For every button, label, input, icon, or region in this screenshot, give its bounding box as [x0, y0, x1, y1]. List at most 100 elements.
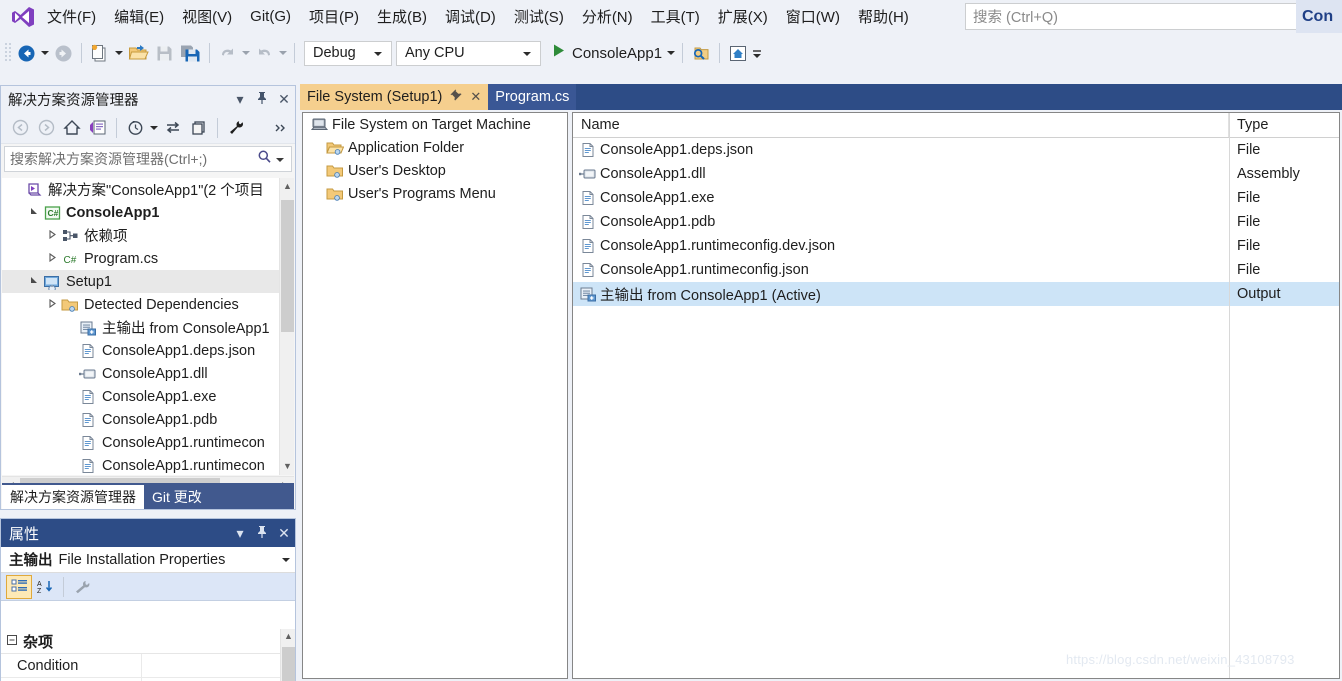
tree-node[interactable]: Detected Dependencies: [2, 293, 294, 316]
tree-node[interactable]: ConsoleApp1.runtimecon: [2, 454, 294, 475]
tree-node[interactable]: ConsoleApp1.exe: [2, 385, 294, 408]
menu-item[interactable]: 扩展(X): [709, 3, 777, 30]
global-search-input[interactable]: 搜索 (Ctrl+Q): [973, 6, 1304, 27]
chevron-down-icon[interactable]: ▾: [229, 91, 251, 108]
left-dock-tabstrip[interactable]: 解决方案资源管理器 Git 更改: [2, 483, 294, 509]
expand-collapse-icon[interactable]: [26, 207, 42, 218]
menu-item[interactable]: 编辑(E): [105, 3, 173, 30]
home-icon[interactable]: [59, 116, 85, 140]
list-row[interactable]: ConsoleApp1.runtimeconfig.dev.json File: [573, 234, 1339, 258]
expand-collapse-icon[interactable]: [44, 252, 60, 264]
sync-with-active-document-icon[interactable]: [85, 116, 111, 140]
property-value[interactable]: [141, 654, 295, 677]
tree-node[interactable]: C# ConsoleApp1: [2, 201, 294, 224]
tree-node[interactable]: ConsoleApp1.deps.json: [2, 339, 294, 362]
scroll-up-arrow[interactable]: ▲: [280, 178, 295, 195]
properties-grid[interactable]: 杂项ConditionDependencies(None): [1, 629, 295, 681]
new-file-dropdown-icon[interactable]: [113, 50, 125, 56]
properties-scrollbar[interactable]: ▲: [280, 629, 295, 681]
collapse-icon[interactable]: [1, 634, 23, 648]
tree-node[interactable]: ConsoleApp1.pdb: [2, 408, 294, 431]
column-header-type[interactable]: Type: [1229, 113, 1339, 137]
solution-tree[interactable]: 解决方案"ConsoleApp1"(2 个项目 C# ConsoleApp1 依赖项 C…: [2, 178, 294, 475]
solution-tree-vertical-scrollbar[interactable]: ▲ ▼: [279, 178, 294, 475]
expand-collapse-icon[interactable]: [26, 276, 42, 287]
collapse-all-icon[interactable]: [186, 116, 212, 140]
menu-item[interactable]: 调试(D): [436, 3, 505, 30]
find-in-files-icon[interactable]: [688, 40, 714, 66]
dock-tab[interactable]: Git 更改: [144, 485, 210, 509]
pin-icon[interactable]: [251, 525, 273, 542]
tree-node[interactable]: 主输出 from ConsoleApp1: [2, 316, 294, 339]
open-folder-icon[interactable]: [125, 40, 152, 66]
solution-platform-combo[interactable]: Any CPU: [396, 40, 541, 66]
editor-tabstrip[interactable]: File System (Setup1) ✕ Program.cs: [300, 84, 1342, 110]
tree-node[interactable]: 解决方案"ConsoleApp1"(2 个项目: [2, 178, 294, 201]
list-row[interactable]: ConsoleApp1.pdb File: [573, 210, 1339, 234]
property-category[interactable]: 杂项: [1, 629, 295, 654]
alphabetical-icon[interactable]: AZ: [32, 575, 58, 599]
menu-item[interactable]: 窗口(W): [777, 3, 849, 30]
list-rows[interactable]: ConsoleApp1.deps.json File ConsoleApp1.dll…: [573, 138, 1339, 306]
list-row[interactable]: ConsoleApp1.deps.json File: [573, 138, 1339, 162]
menu-item[interactable]: Git(G): [241, 5, 300, 28]
menu-item[interactable]: 生成(B): [368, 3, 436, 30]
fs-tree-node[interactable]: Application Folder: [303, 136, 567, 159]
editor-tab[interactable]: Program.cs: [488, 84, 577, 110]
tree-node[interactable]: ConsoleApp1.dll: [2, 362, 294, 385]
chevron-down-icon[interactable]: ▾: [229, 525, 251, 542]
save-all-icon[interactable]: [177, 40, 204, 66]
menu-item[interactable]: 帮助(H): [849, 3, 918, 30]
fs-tree-node[interactable]: File System on Target Machine: [303, 113, 567, 136]
global-search-box[interactable]: 搜索 (Ctrl+Q): [965, 3, 1330, 30]
tree-node[interactable]: ConsoleApp1.runtimecon: [2, 431, 294, 454]
solution-explorer-search-input[interactable]: 搜索解决方案资源管理器(Ctrl+;): [10, 149, 257, 169]
toolbar-grip[interactable]: [4, 42, 14, 64]
pin-icon[interactable]: [251, 91, 273, 108]
expand-collapse-icon[interactable]: [44, 298, 60, 310]
tree-node[interactable]: Setup1: [2, 270, 294, 293]
preview-icon[interactable]: [725, 40, 751, 66]
property-row[interactable]: Condition: [1, 654, 295, 678]
solution-configuration-combo[interactable]: Debug: [304, 40, 392, 66]
chevron-down-icon[interactable]: [277, 555, 295, 565]
file-system-tree[interactable]: File System on Target Machine Application…: [302, 112, 568, 679]
pin-icon[interactable]: [450, 89, 462, 105]
refresh-icon[interactable]: [160, 116, 186, 140]
menu-item[interactable]: 视图(V): [173, 3, 241, 30]
tree-node[interactable]: C# Program.cs: [2, 247, 294, 270]
expand-collapse-icon[interactable]: [44, 229, 60, 241]
start-debug-button[interactable]: ConsoleApp1: [549, 40, 665, 66]
menu-item[interactable]: 测试(S): [505, 3, 573, 30]
menu-item[interactable]: 分析(N): [573, 3, 642, 30]
menu-item[interactable]: 项目(P): [300, 3, 368, 30]
column-header-name[interactable]: Name: [573, 113, 1229, 137]
dock-tab[interactable]: 解决方案资源管理器: [2, 485, 144, 509]
navigate-back-icon[interactable]: [14, 40, 39, 66]
close-icon[interactable]: ✕: [470, 89, 481, 105]
file-system-list[interactable]: Name Type ConsoleApp1.deps.json File Conso…: [572, 112, 1340, 679]
solution-explorer-search-box[interactable]: 搜索解决方案资源管理器(Ctrl+;): [4, 146, 292, 172]
menu-item[interactable]: 文件(F): [38, 3, 105, 30]
chevron-down-icon[interactable]: [148, 125, 160, 131]
scroll-thumb[interactable]: [281, 200, 294, 332]
fs-tree-node[interactable]: User's Desktop: [303, 159, 567, 182]
chevron-down-icon[interactable]: [276, 150, 285, 168]
scroll-down-arrow[interactable]: ▼: [280, 458, 295, 475]
menu-item[interactable]: 工具(T): [642, 3, 709, 30]
close-icon[interactable]: ✕: [273, 91, 295, 108]
pending-changes-icon[interactable]: [122, 116, 148, 140]
scroll-thumb[interactable]: [282, 647, 295, 681]
overflow-icon[interactable]: [269, 116, 295, 140]
fs-tree-node[interactable]: User's Programs Menu: [303, 182, 567, 205]
list-row[interactable]: ConsoleApp1.exe File: [573, 186, 1339, 210]
properties-object-selector[interactable]: 主输出 File Installation Properties: [1, 547, 295, 573]
property-pages-icon[interactable]: [69, 575, 95, 599]
list-row[interactable]: ConsoleApp1.runtimeconfig.json File: [573, 258, 1339, 282]
navigate-back-dropdown-icon[interactable]: [39, 50, 51, 56]
list-row[interactable]: ConsoleApp1.dll Assembly: [573, 162, 1339, 186]
start-debug-dropdown-icon[interactable]: [665, 50, 677, 56]
toolbar-overflow-icon[interactable]: [751, 45, 763, 61]
editor-tab[interactable]: File System (Setup1) ✕: [300, 84, 489, 110]
close-icon[interactable]: ✕: [273, 525, 295, 542]
